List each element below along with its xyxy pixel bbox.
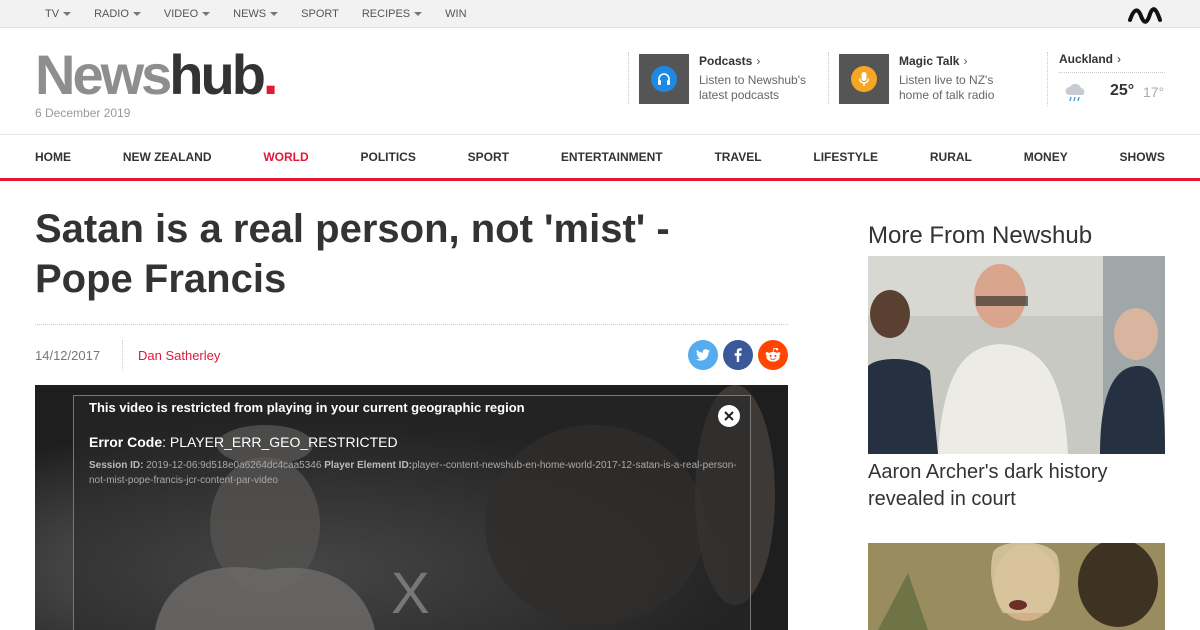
divider: [35, 324, 788, 325]
story-thumbnail[interactable]: [868, 543, 1165, 630]
chevron-right-icon: ›: [1117, 52, 1122, 66]
reddit-icon: [765, 347, 781, 362]
rain-cloud-icon: [1065, 83, 1085, 102]
magic-talk-title[interactable]: Magic Talk ›: [899, 54, 967, 68]
caret-down-icon: [270, 12, 279, 16]
nav-shows[interactable]: SHOWS: [1120, 150, 1165, 164]
error-title: This video is restricted from playing in…: [89, 400, 525, 415]
current-date: 6 December 2019: [35, 106, 131, 120]
close-error-button[interactable]: [718, 405, 740, 427]
big-x-glyph: X: [391, 561, 430, 626]
logo-news: News: [35, 43, 172, 106]
logo-hub: hub: [169, 43, 266, 106]
logo-dot: .: [262, 43, 278, 106]
weather-high: 25°: [1110, 82, 1135, 99]
nav-world[interactable]: WORLD: [263, 150, 308, 164]
article-author-link[interactable]: Dan Satherley: [138, 348, 220, 363]
utility-bar: TV RADIO VIDEO NEWS SPORT RECIPES WIN: [0, 0, 1200, 28]
story-image: [868, 256, 1165, 454]
caret-down-icon: [414, 12, 423, 16]
network-menu-win[interactable]: WIN: [445, 8, 466, 20]
nav-politics[interactable]: POLITICS: [360, 150, 415, 164]
close-icon: [724, 411, 734, 421]
nav-new-zealand[interactable]: NEW ZEALAND: [123, 150, 212, 164]
divider: [1059, 72, 1165, 73]
magic-talk-thumb[interactable]: [839, 54, 889, 104]
network-menu: TV RADIO VIDEO NEWS SPORT RECIPES WIN: [45, 0, 490, 28]
main-nav: HOME NEW ZEALAND WORLD POLITICS SPORT EN…: [0, 134, 1200, 181]
weather-widget[interactable]: Auckland › 25° 17°: [1047, 52, 1165, 106]
menu-label: RADIO: [94, 8, 129, 20]
geo-restriction-error: This video is restricted from playing in…: [73, 395, 751, 630]
site-header: Newshub. 6 December 2019 Podcasts › Liste…: [0, 28, 1200, 134]
magic-talk-desc: Listen live to NZ's home of talk radio: [899, 73, 995, 102]
nav-lifestyle[interactable]: LIFESTYLE: [813, 150, 878, 164]
podcasts-title-text: Podcasts: [699, 54, 753, 68]
menu-label: WIN: [445, 8, 467, 20]
weather-city-text: Auckland: [1059, 52, 1114, 66]
share-facebook-button[interactable]: [723, 340, 753, 370]
menu-label: NEWS: [233, 8, 267, 20]
caret-down-icon: [63, 12, 72, 16]
share-reddit-button[interactable]: [758, 340, 788, 370]
nav-entertainment[interactable]: ENTERTAINMENT: [561, 150, 663, 164]
weather-city[interactable]: Auckland ›: [1059, 52, 1165, 66]
newshub-logo[interactable]: Newshub.: [35, 47, 278, 103]
podcasts-title[interactable]: Podcasts ›: [699, 54, 760, 68]
sidebar-title: More From Newshub: [868, 222, 1093, 249]
podcasts-thumb[interactable]: [639, 54, 689, 104]
element-label: Player Element ID:: [324, 460, 412, 471]
weather-low: 17°: [1143, 84, 1165, 100]
facebook-icon: [734, 348, 742, 362]
nav-travel[interactable]: TRAVEL: [714, 150, 761, 164]
article-date: 14/12/2017: [35, 348, 101, 363]
network-menu-sport[interactable]: SPORT: [301, 8, 339, 20]
chevron-right-icon: ›: [963, 54, 968, 68]
nav-sport[interactable]: SPORT: [468, 150, 509, 164]
share-twitter-button[interactable]: [688, 340, 718, 370]
network-menu-news[interactable]: NEWS: [233, 8, 279, 20]
mediaworks-wave-icon[interactable]: [1128, 4, 1162, 26]
twitter-icon: [696, 349, 710, 361]
chevron-right-icon: ›: [756, 54, 761, 68]
menu-label: RECIPES: [361, 8, 411, 20]
error-code-value: : PLAYER_ERR_GEO_RESTRICTED: [162, 434, 398, 450]
menu-label: TV: [45, 8, 60, 20]
caret-down-icon: [202, 12, 211, 16]
story-thumbnail[interactable]: [868, 256, 1165, 454]
video-player[interactable]: This video is restricted from playing in…: [35, 385, 788, 630]
magic-talk-title-text: Magic Talk: [899, 54, 960, 68]
podcasts-desc: Listen to Newshub's latest podcasts: [699, 73, 807, 102]
menu-label: VIDEO: [163, 8, 199, 20]
story-headline-link[interactable]: Aaron Archer's dark history revealed in …: [868, 459, 1165, 513]
network-menu-video[interactable]: VIDEO: [163, 8, 211, 20]
divider: [122, 340, 123, 370]
headphones-icon: [651, 66, 677, 92]
nav-money[interactable]: MONEY: [1024, 150, 1068, 164]
network-menu-radio[interactable]: RADIO: [94, 8, 141, 20]
error-code: Error Code: PLAYER_ERR_GEO_RESTRICTED: [89, 434, 398, 450]
divider: [1047, 52, 1048, 106]
network-menu-recipes[interactable]: RECIPES: [361, 8, 423, 20]
divider: [628, 52, 629, 104]
divider: [828, 52, 829, 104]
error-code-label: Error Code: [89, 434, 163, 450]
menu-label: SPORT: [301, 8, 339, 20]
nav-home[interactable]: HOME: [35, 150, 71, 164]
microphone-icon: [851, 66, 877, 92]
session-label: Session ID:: [89, 460, 144, 471]
error-session-info: Session ID: 2019-12-06:9d518e0a6264dc4ca…: [89, 458, 739, 488]
session-value: 2019-12-06:9d518e0a6264dc4caa5346: [143, 460, 325, 471]
story-image: [868, 543, 1165, 630]
article-headline: Satan is a real person, not 'mist' - Pop…: [35, 207, 670, 301]
nav-rural[interactable]: RURAL: [930, 150, 972, 164]
network-menu-tv[interactable]: TV: [45, 8, 72, 20]
caret-down-icon: [132, 12, 141, 16]
